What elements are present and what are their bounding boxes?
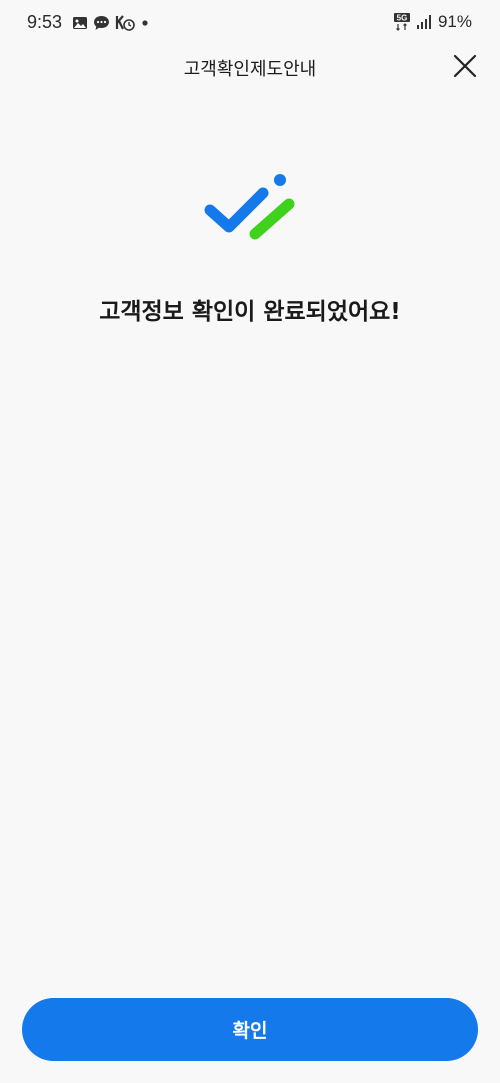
status-time: 9:53 bbox=[27, 12, 63, 32]
status-icons-right: 5G 91% bbox=[393, 12, 472, 32]
battery-level: 91% bbox=[437, 12, 472, 31]
confirm-button[interactable]: 확인 bbox=[22, 998, 478, 1061]
image-icon bbox=[73, 17, 87, 29]
network-label: 5G bbox=[397, 14, 408, 23]
status-icons-left bbox=[72, 14, 150, 32]
5g-icon: 5G bbox=[393, 13, 410, 31]
status-bar: 9:53 5G 91% bbox=[0, 0, 500, 46]
close-icon bbox=[453, 54, 477, 78]
page-title: 고객확인제도안내 bbox=[183, 59, 317, 80]
double-check-icon bbox=[204, 174, 295, 240]
header: 고객확인제도안내 bbox=[0, 46, 500, 90]
headline: 고객정보 확인이 완료되었어요! bbox=[99, 299, 401, 325]
logo bbox=[204, 170, 298, 244]
vpn-icon bbox=[115, 15, 135, 31]
dot-icon bbox=[142, 20, 148, 26]
chat-icon bbox=[94, 16, 109, 30]
signal-icon bbox=[416, 15, 431, 29]
close-button[interactable] bbox=[450, 51, 480, 81]
